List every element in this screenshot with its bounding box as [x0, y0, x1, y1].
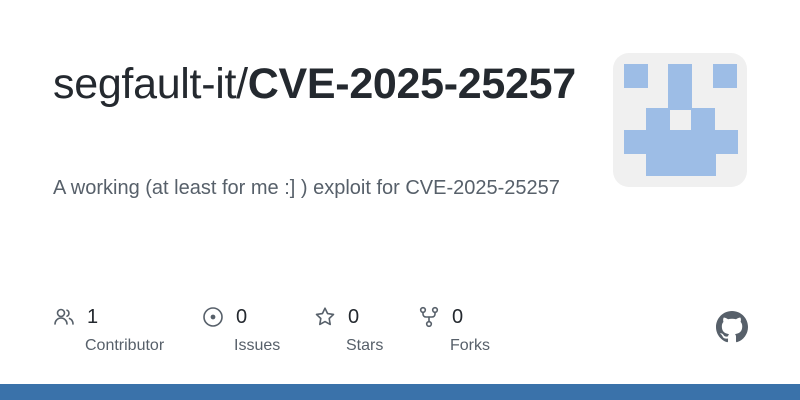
forks-label: Forks	[450, 337, 490, 354]
stat-issues[interactable]: 0 Issues	[202, 300, 280, 356]
issues-label: Issues	[234, 337, 281, 354]
star-icon	[314, 306, 336, 328]
stat-contributors[interactable]: 1 Contributor	[53, 300, 164, 356]
stars-label: Stars	[346, 337, 384, 354]
issues-count: 0	[236, 306, 248, 328]
repo-owner: segfault-it/	[53, 60, 248, 108]
identicon-image	[624, 64, 738, 176]
forks-count: 0	[452, 306, 464, 328]
stat-forks[interactable]: 0 Forks	[418, 300, 490, 356]
github-logo-icon[interactable]	[716, 311, 748, 343]
repo-description: A working (at least for me :] ) exploit …	[53, 177, 560, 199]
repo-forked-icon	[418, 306, 440, 328]
repo-stats: 1 Contributor 0 Issues 0 Stars 0 Forks	[0, 300, 800, 360]
people-icon	[53, 306, 75, 328]
issue-opened-icon	[202, 306, 224, 328]
stars-count: 0	[348, 306, 360, 328]
stat-stars[interactable]: 0 Stars	[314, 300, 383, 356]
repo-title: segfault-it/CVE-2025-25257	[53, 58, 593, 110]
owner-avatar	[613, 53, 747, 187]
repo-name: CVE-2025-25257	[247, 60, 576, 108]
accent-bar	[0, 384, 800, 400]
contributors-label: Contributor	[85, 337, 165, 354]
contributors-count: 1	[87, 306, 99, 328]
